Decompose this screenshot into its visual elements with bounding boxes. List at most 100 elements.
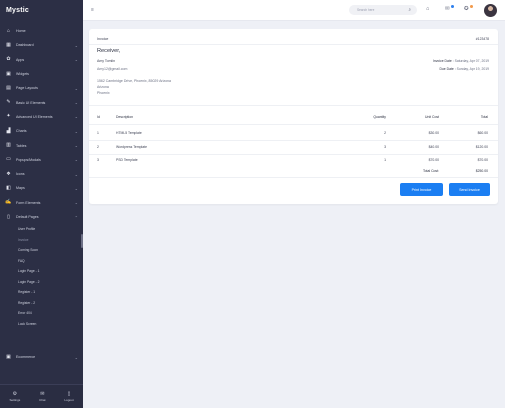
- sidebar-item-label: Dashboard: [16, 43, 34, 48]
- cell-quantity: 2: [384, 131, 386, 135]
- message-badge: [470, 5, 473, 8]
- send-invoice-button[interactable]: Send Invoice: [449, 183, 490, 196]
- cell-total: $60.00: [477, 131, 488, 135]
- due-date-label: Due Date :: [439, 67, 456, 71]
- sidebar-item-charts[interactable]: ▟ Charts ⌄: [0, 124, 83, 138]
- home-icon: ⌂: [6, 27, 11, 34]
- sidebar-subitem-invoice[interactable]: Invoice: [0, 235, 83, 246]
- divider: [89, 124, 498, 125]
- chevron-down-icon: ⌄: [74, 57, 78, 63]
- sidebar-item-basic-ui-elements[interactable]: ✎ Basic UI Elements ⌄: [0, 95, 83, 109]
- footer-label: Settings: [9, 398, 21, 402]
- invoice-number: #123478: [475, 37, 489, 41]
- top-bar: ≡ Search here ⌕ ⌂ ✉ ✪: [83, 0, 505, 21]
- maps-icon: ◧: [6, 184, 11, 191]
- total-value: $250.00: [475, 169, 488, 173]
- invoice-card: Invoice #123478 Receiver, Amy Tomlin Amy…: [89, 29, 498, 204]
- pages-icon: ▯: [7, 213, 10, 220]
- chevron-down-icon: ⌄: [74, 157, 78, 163]
- receiver-state: Arizona: [97, 85, 109, 89]
- search-placeholder: Search here: [357, 8, 375, 12]
- logout-icon: ▯: [67, 391, 71, 397]
- menu-toggle-icon[interactable]: ≡: [91, 7, 94, 13]
- receiver-heading: Receiver,: [97, 48, 121, 54]
- col-header-description: Description: [116, 115, 133, 119]
- chat-button[interactable]: ✉ Chat: [39, 391, 45, 402]
- divider: [89, 154, 498, 155]
- fullscreen-icon[interactable]: ⌂: [426, 6, 429, 12]
- sidebar-item-label: Home: [16, 29, 26, 34]
- divider: [89, 44, 498, 45]
- cell-description: Wordpress Template: [116, 145, 147, 149]
- sidebar-item-label: Page Layouts: [16, 86, 38, 91]
- notification-badge: [451, 5, 454, 8]
- sidebar-footer: ⚙ Settings ✉ Chat ▯ Logout: [0, 384, 83, 408]
- sidebar-subitem-login-page-1[interactable]: Login Page - 1: [0, 266, 83, 277]
- total-label: Total Cost:: [422, 169, 439, 173]
- sidebar-subitem-register-1[interactable]: Register - 1: [0, 287, 83, 298]
- cell-unit-cost: $70.00: [428, 158, 439, 162]
- user-avatar[interactable]: [484, 4, 497, 17]
- chevron-down-icon: ⌄: [74, 42, 78, 48]
- logout-button[interactable]: ▯ Logout: [64, 391, 73, 402]
- invoice-date: Invoice Date : Saturday, Apr 07, 2019: [433, 59, 489, 63]
- popups-icon: ▭: [6, 156, 11, 163]
- sidebar-item-widgets[interactable]: ▣ Widgets: [0, 67, 83, 81]
- sidebar-subitem-login-page-2[interactable]: Login Page - 2: [0, 277, 83, 288]
- sidebar-subitem-lock-screen[interactable]: Lock Screen: [0, 319, 83, 330]
- sidebar-item-form-elements[interactable]: ✍ Form Elements ⌄: [0, 196, 83, 210]
- sidebar-item-default-pages[interactable]: ▯ Default Pages ⌃: [0, 210, 83, 224]
- cell-id: 2: [97, 145, 99, 149]
- chevron-down-icon: ⌄: [74, 171, 78, 177]
- print-invoice-button[interactable]: Print Invoice: [400, 183, 443, 196]
- sidebar-item-maps[interactable]: ◧ Maps ⌄: [0, 181, 83, 195]
- sidebar-item-tables[interactable]: ▥ Tables ⌄: [0, 138, 83, 152]
- settings-button[interactable]: ⚙ Settings: [9, 391, 20, 402]
- chevron-down-icon: ⌄: [74, 185, 78, 191]
- sidebar-item-icons[interactable]: ❖ Icons ⌄: [0, 167, 83, 181]
- chevron-down-icon: ⌄: [74, 143, 78, 149]
- sidebar-item-apps[interactable]: ✿ Apps ⌄: [0, 53, 83, 67]
- search-input[interactable]: Search here ⌕: [349, 5, 417, 15]
- footer-label: Chat: [39, 398, 46, 402]
- chevron-down-icon: ⌄: [74, 114, 78, 120]
- widgets-icon: ▣: [6, 70, 11, 77]
- invoice-title: Invoice: [97, 37, 109, 41]
- sidebar-item-label: Advanced UI Elements: [16, 114, 53, 119]
- sidebar-subitem-user-profile[interactable]: User Profile: [0, 224, 83, 235]
- invoice-date-value: Saturday, Apr 07, 2019: [454, 59, 489, 63]
- sidebar-subitem-coming-soon[interactable]: Coming Soon: [0, 245, 83, 256]
- cell-id: 1: [97, 131, 99, 135]
- sidebar-subitem-faq[interactable]: FAQ: [0, 256, 83, 267]
- sidebar-item-label: Maps: [16, 186, 25, 191]
- sidebar-item-popups-modals[interactable]: ▭ Popups/Modals ⌄: [0, 153, 83, 167]
- sidebar-item-label: Widgets: [16, 72, 29, 77]
- sidebar-item-label: Default Pages: [16, 215, 39, 219]
- messages-icon[interactable]: ✪: [464, 6, 469, 12]
- divider: [89, 105, 498, 106]
- sidebar-item-label: Basic UI Elements: [16, 100, 46, 105]
- notifications-icon[interactable]: ✉: [445, 6, 450, 12]
- sidebar: Mystic ⌂ Home ▦ Dashboard ⌄ ✿ Apps ⌄ ▣ Widgets ▤ Pa…: [0, 0, 83, 408]
- cart-icon: ▣: [6, 353, 11, 360]
- receiver-address: 1562 Cambridge Drive, Phoenix, 85029 Ari…: [97, 79, 171, 83]
- receiver-email: Amy12@gmail.com: [97, 67, 128, 71]
- sidebar-scrollbar[interactable]: [81, 234, 83, 248]
- dashboard-icon: ▦: [6, 41, 11, 48]
- sidebar-item-page-layouts[interactable]: ▤ Page Layouts ⌄: [0, 81, 83, 95]
- sidebar-item-ecommerce[interactable]: ▣ Ecommerce ⌄: [0, 350, 83, 364]
- divider: [89, 177, 498, 178]
- sidebar-subitem-error-404[interactable]: Error 404: [0, 308, 83, 319]
- sidebar-item-dashboard[interactable]: ▦ Dashboard ⌄: [0, 38, 83, 52]
- sidebar-subitem-register-2[interactable]: Register - 2: [0, 298, 83, 309]
- col-header-id: Id: [97, 115, 100, 119]
- icons-icon: ❖: [6, 170, 11, 177]
- search-icon[interactable]: ⌕: [408, 7, 411, 12]
- sidebar-item-advanced-ui-elements[interactable]: ✦ Advanced UI Elements ⌄: [0, 110, 83, 124]
- sidebar-item-home[interactable]: ⌂ Home: [0, 24, 83, 38]
- chevron-down-icon: ⌄: [74, 128, 78, 134]
- chevron-down-icon: ⌄: [74, 85, 78, 91]
- cell-id: 3: [97, 158, 99, 162]
- col-header-unit-cost: Unit Cost: [425, 115, 439, 119]
- brand-logo[interactable]: Mystic: [0, 0, 83, 20]
